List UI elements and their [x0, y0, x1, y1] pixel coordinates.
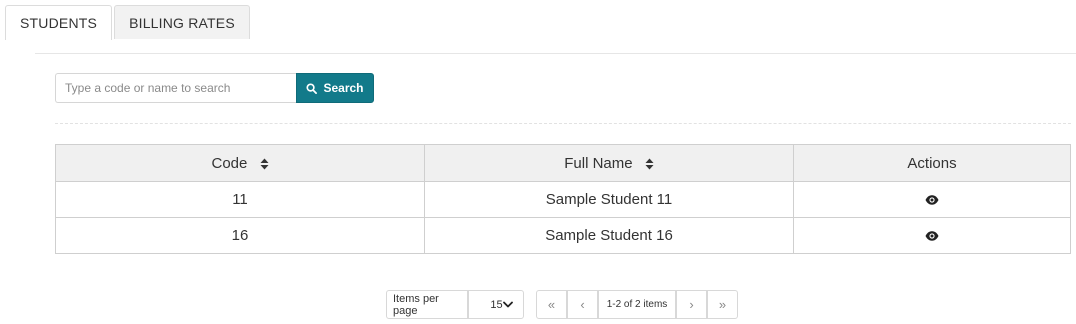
tab-divider — [35, 53, 1076, 54]
table-row: 16 Sample Student 16 — [55, 217, 1071, 254]
sort-icon — [645, 158, 654, 170]
column-header-actions: Actions — [793, 144, 1071, 182]
cell-code: 16 — [55, 217, 425, 254]
search-button-label: Search — [323, 81, 364, 95]
search-button[interactable]: Search — [296, 73, 374, 103]
tab-billing-rates[interactable]: BILLING RATES — [114, 5, 250, 39]
section-divider — [55, 123, 1071, 124]
search-bar: Search — [55, 73, 374, 103]
eye-icon[interactable] — [925, 195, 939, 205]
items-per-page-value: 15 — [490, 298, 503, 311]
students-table: Code Full Name Actions 11 Sample Student — [55, 144, 1071, 254]
page-info: 1-2 of 2 items — [598, 290, 676, 319]
prev-page-button[interactable]: ‹ — [567, 290, 598, 319]
search-icon — [306, 82, 318, 94]
column-header-label: Code — [211, 154, 248, 172]
last-page-button[interactable]: » — [707, 290, 738, 319]
pagination: Items per page 15 « ‹ 1-2 of 2 items › » — [386, 290, 738, 319]
column-header-label: Actions — [907, 154, 957, 172]
search-input[interactable] — [55, 73, 296, 103]
next-page-button[interactable]: › — [676, 290, 707, 319]
cell-full-name: Sample Student 16 — [424, 217, 794, 254]
cell-full-name: Sample Student 11 — [424, 181, 794, 218]
column-header-label: Full Name — [564, 154, 633, 172]
table-row: 11 Sample Student 11 — [55, 181, 1071, 218]
items-per-page-select[interactable]: 15 — [468, 290, 524, 319]
eye-icon[interactable] — [925, 231, 939, 241]
tab-bar: STUDENTS BILLING RATES — [5, 5, 252, 40]
first-page-button[interactable]: « — [536, 290, 567, 319]
items-per-page-label: Items per page — [386, 290, 468, 319]
column-header-full-name[interactable]: Full Name — [424, 144, 794, 182]
column-header-code[interactable]: Code — [55, 144, 425, 182]
tab-students[interactable]: STUDENTS — [5, 5, 113, 40]
sort-icon — [260, 158, 269, 170]
page-navigation: « ‹ 1-2 of 2 items › » — [536, 290, 738, 319]
cell-code: 11 — [55, 181, 425, 218]
cell-actions — [793, 217, 1071, 254]
cell-actions — [793, 181, 1071, 218]
table-header-row: Code Full Name Actions — [55, 144, 1071, 182]
chevron-down-icon — [502, 301, 513, 308]
